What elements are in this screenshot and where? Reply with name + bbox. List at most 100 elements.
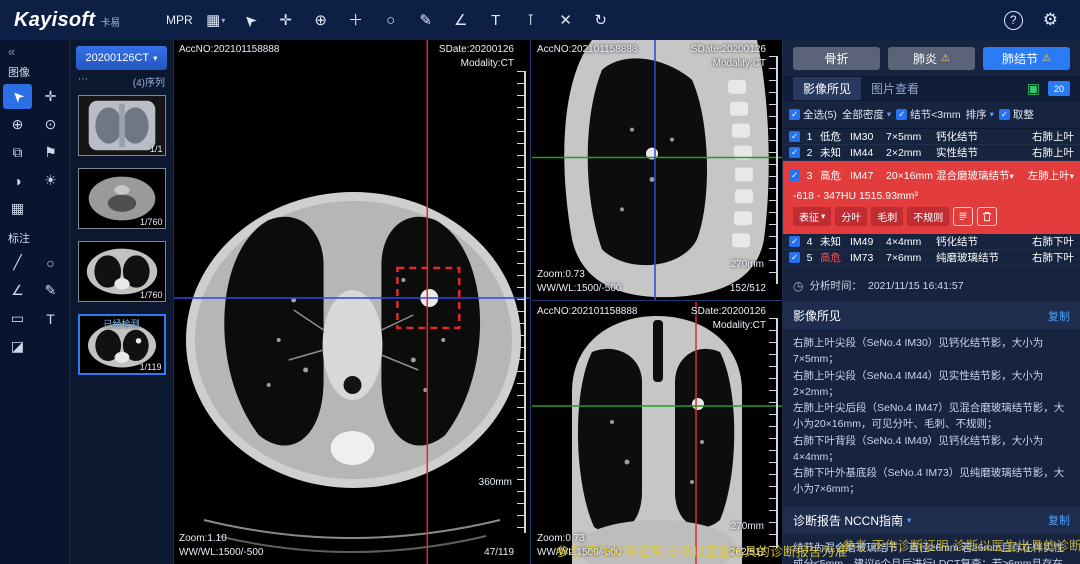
zoom-in-icon[interactable]: ⊕: [308, 7, 334, 33]
nodule-type-dropdown[interactable]: 混合磨玻璃结节▾: [936, 168, 1022, 183]
copy-findings-button[interactable]: 复制: [1048, 308, 1070, 324]
series-panel: 20200126CT ▾ ⋯ (4)序列 1/1 1/76: [70, 40, 174, 564]
category-lung-nodule-button[interactable]: 肺结节 ⚠: [983, 47, 1070, 70]
study-selector[interactable]: 20200126CT ▾: [76, 46, 167, 70]
help-icon[interactable]: ?: [1004, 11, 1023, 30]
findings-title: 影像所见: [793, 307, 841, 324]
ellipse-icon[interactable]: ○: [36, 250, 65, 275]
checkbox-checked-icon[interactable]: ✓: [999, 109, 1010, 120]
feature-chip[interactable]: 分叶: [835, 207, 867, 226]
nodule-checkbox[interactable]: ✓: [789, 170, 800, 181]
logo-cn-text: 卡易: [100, 14, 120, 29]
magnifier-icon[interactable]: ⊙: [36, 112, 65, 137]
grid-layout-badge[interactable]: 20: [1048, 81, 1070, 96]
copy-report-button[interactable]: 复制: [1048, 512, 1070, 528]
nodule-row-5[interactable]: ✓ 5 高危 IM73 7×6mm 纯磨玻璃结节 右肺下叶: [783, 250, 1080, 266]
axial-modality: Modality:CT: [439, 57, 514, 71]
trash-icon: [982, 211, 992, 222]
ellipse-icon[interactable]: ○: [378, 7, 404, 33]
contrast-icon[interactable]: ◑: [3, 168, 32, 193]
feature-dropdown-chip[interactable]: 表征▾: [793, 207, 831, 226]
layout-grid-icon[interactable]: ▦: [3, 196, 32, 221]
annotation-tools-label: 标注: [0, 227, 69, 250]
series-count: (4)序列: [133, 74, 165, 89]
nodule-checkbox[interactable]: ✓: [789, 131, 800, 142]
gallery-icon[interactable]: ▣: [1027, 80, 1040, 97]
filter-select-all[interactable]: ✓ 全选(5): [789, 107, 837, 122]
nodule-checkbox[interactable]: ✓: [789, 147, 800, 158]
axial-slice-number: 47/119: [484, 546, 514, 560]
feature-chip[interactable]: 毛刺: [871, 207, 903, 226]
filter-sort-dropdown[interactable]: 排序 ▾: [966, 107, 994, 122]
nodule-checkbox[interactable]: ✓: [789, 252, 800, 263]
pan-icon[interactable]: ✛: [36, 84, 65, 109]
rectangle-icon[interactable]: ▭: [3, 306, 32, 331]
nodule-checkbox[interactable]: ✓: [789, 236, 800, 247]
axial-ruler-label: 360mm: [479, 477, 512, 488]
tab-image-view[interactable]: 图片查看: [861, 77, 929, 100]
logo-text: Kayisoft: [14, 9, 95, 32]
brightness-icon[interactable]: ☀: [36, 168, 65, 193]
gear-icon[interactable]: ⚙: [1037, 9, 1064, 31]
report-title: 诊断报告 NCCN指南: [793, 512, 903, 529]
pan-icon[interactable]: ✛: [273, 7, 299, 33]
chevron-down-icon: ▾: [1010, 171, 1014, 181]
filter-round[interactable]: ✓ 取整: [999, 107, 1034, 122]
angle-icon[interactable]: ∠: [448, 7, 474, 33]
sagittal-viewport[interactable]: 270mm AccNO:202101158888 SDate:20200126 …: [532, 40, 782, 301]
topbar: Kayisoft 卡易 MPR ▦▾ ➤ ✛ ⊕ ＋ ○ ✎ ∠ T ⊺ ✕ ↻…: [0, 0, 1080, 40]
text-icon[interactable]: T: [483, 7, 509, 33]
reset-icon[interactable]: ↻: [588, 7, 614, 33]
chevron-down-icon[interactable]: ▾: [907, 515, 911, 526]
sagittal-sdate: SDate:20200126: [691, 43, 766, 57]
coronal-zoom: Zoom:0.73: [537, 532, 621, 546]
category-buttons: 骨折 肺炎 ⚠ 肺结节 ⚠: [783, 40, 1080, 76]
nodule-row-1[interactable]: ✓ 1 低危 IM30 7×5mm 钙化结节 右肺上叶: [783, 129, 1080, 145]
series-thumbnail-ct-soft[interactable]: 1/760: [78, 168, 166, 229]
zoom-in-icon[interactable]: ⊕: [3, 112, 32, 137]
measure-icon[interactable]: ⊺: [518, 7, 544, 33]
duplicate-icon[interactable]: ⧉: [3, 140, 32, 165]
warning-icon: ⚠: [1042, 53, 1051, 64]
axial-viewport[interactable]: 360mm AccNO:202101158888 SDate:20200126 …: [174, 40, 531, 564]
nodule-row-3-selected[interactable]: ✓ 3 高危 IM47 20×16mm 混合磨玻璃结节▾ 左肺上叶▾ -618 …: [783, 161, 1080, 234]
coronal-display-info: Zoom:0.73 WW/WL:1500/-500: [537, 532, 621, 560]
series-menu-icon[interactable]: ⋯: [78, 74, 88, 89]
feature-chip[interactable]: 不规则: [907, 207, 949, 226]
topbar-toolbar: ▦▾ ➤ ✛ ⊕ ＋ ○ ✎ ∠ T ⊺ ✕ ↻: [203, 7, 614, 33]
mpr-label: MPR: [166, 13, 193, 27]
series-thumbnail-xray[interactable]: 1/1: [78, 95, 166, 156]
crosshair-icon[interactable]: ＋: [343, 7, 369, 33]
filter-small-nodule[interactable]: ✓ 结节<3mm: [896, 107, 960, 122]
series-thumbnail-ct-lung[interactable]: 1/760: [78, 241, 166, 302]
delete-nodule-button[interactable]: [977, 207, 997, 226]
filter-density-dropdown[interactable]: 全部密度 ▾: [842, 107, 891, 122]
checkbox-checked-icon[interactable]: ✓: [896, 109, 907, 120]
tab-findings[interactable]: 影像所见: [793, 77, 861, 100]
nodule-row-2[interactable]: ✓ 2 未知 IM44 2×2mm 实性结节 右肺上叶: [783, 145, 1080, 161]
mpr-layout-icon[interactable]: ▦▾: [203, 7, 229, 33]
flag-icon[interactable]: ⚑: [36, 140, 65, 165]
pencil-icon[interactable]: ✎: [413, 7, 439, 33]
nodule-location-dropdown[interactable]: 左肺上叶▾: [1022, 168, 1074, 183]
cursor-icon[interactable]: ➤: [3, 84, 32, 109]
nodule-row-4[interactable]: ✓ 4 未知 IM49 4×4mm 钙化结节 右肺下叶: [783, 234, 1080, 250]
sagittal-slice-number: 152/512: [730, 282, 766, 296]
series-thumbnail-ct-detected[interactable]: 已经检测 1/119: [78, 314, 166, 375]
text-icon[interactable]: T: [36, 306, 65, 331]
category-pneumonia-button[interactable]: 肺炎 ⚠: [888, 47, 975, 70]
copy-nodule-button[interactable]: [953, 207, 973, 226]
cursor-icon[interactable]: ➤: [238, 7, 264, 33]
coronal-viewport[interactable]: 270mm AccNO:202101158888 SDate:20200126 …: [532, 302, 782, 564]
sagittal-wwwl: WW/WL:1500/-500: [537, 282, 621, 296]
angle-icon[interactable]: ∠: [3, 278, 32, 303]
line-icon[interactable]: ╱: [3, 250, 32, 275]
mpr-viewports: 360mm AccNO:202101158888 SDate:20200126 …: [174, 40, 782, 564]
eraser-icon[interactable]: ◪: [3, 334, 32, 359]
pencil-icon[interactable]: ✎: [36, 278, 65, 303]
category-fracture-button[interactable]: 骨折: [793, 47, 880, 70]
checkbox-checked-icon[interactable]: ✓: [789, 109, 800, 120]
clear-icon[interactable]: ✕: [553, 7, 579, 33]
analysis-time-label: 分析时间：: [809, 278, 862, 293]
collapse-panel-icon[interactable]: «: [0, 40, 69, 61]
